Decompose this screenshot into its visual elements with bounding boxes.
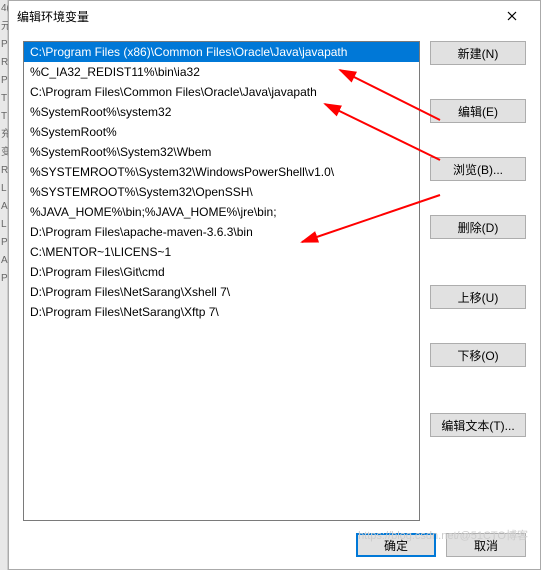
path-entry[interactable]: C:\Program Files (x86)\Common Files\Orac… [24, 42, 419, 62]
path-entry[interactable]: D:\Program Files\NetSarang\Xshell 7\ [24, 282, 419, 302]
side-button-column: 新建(N) 编辑(E) 浏览(B)... 删除(D) 上移(U) 下移(O) 编… [430, 41, 526, 521]
dialog-title: 编辑环境变量 [17, 8, 492, 25]
path-entry[interactable]: C:\Program Files\Common Files\Oracle\Jav… [24, 82, 419, 102]
path-entry[interactable]: D:\Program Files\Git\cmd [24, 262, 419, 282]
path-entry[interactable]: D:\Program Files\NetSarang\Xftp 7\ [24, 302, 419, 322]
dialog-content: C:\Program Files (x86)\Common Files\Orac… [9, 31, 540, 521]
close-button[interactable] [492, 2, 532, 30]
path-entry[interactable]: %C_IA32_REDIST11%\bin\ia32 [24, 62, 419, 82]
background-strip: 4(元PRPaTT充变RLALPaAPa [0, 0, 8, 570]
edit-button[interactable]: 编辑(E) [430, 99, 526, 123]
delete-button[interactable]: 删除(D) [430, 215, 526, 239]
path-entry[interactable]: %SYSTEMROOT%\System32\WindowsPowerShell\… [24, 162, 419, 182]
path-entry[interactable]: %SystemRoot%\System32\Wbem [24, 142, 419, 162]
close-icon [507, 11, 517, 21]
browse-button[interactable]: 浏览(B)... [430, 157, 526, 181]
path-listbox[interactable]: C:\Program Files (x86)\Common Files\Orac… [23, 41, 420, 521]
path-entry[interactable]: D:\Program Files\apache-maven-3.6.3\bin [24, 222, 419, 242]
edit-text-button[interactable]: 编辑文本(T)... [430, 413, 526, 437]
path-entry[interactable]: C:\MENTOR~1\LICENS~1 [24, 242, 419, 262]
ok-button[interactable]: 确定 [356, 533, 436, 557]
move-up-button[interactable]: 上移(U) [430, 285, 526, 309]
new-button[interactable]: 新建(N) [430, 41, 526, 65]
path-entry[interactable]: %SystemRoot% [24, 122, 419, 142]
path-entry[interactable]: %SYSTEMROOT%\System32\OpenSSH\ [24, 182, 419, 202]
edit-env-dialog: 编辑环境变量 C:\Program Files (x86)\Common Fil… [8, 0, 541, 570]
titlebar: 编辑环境变量 [9, 1, 540, 31]
path-entry[interactable]: %SystemRoot%\system32 [24, 102, 419, 122]
path-entry[interactable]: %JAVA_HOME%\bin;%JAVA_HOME%\jre\bin; [24, 202, 419, 222]
cancel-button[interactable]: 取消 [446, 533, 526, 557]
move-down-button[interactable]: 下移(O) [430, 343, 526, 367]
dialog-footer: 确定 取消 [9, 521, 540, 569]
